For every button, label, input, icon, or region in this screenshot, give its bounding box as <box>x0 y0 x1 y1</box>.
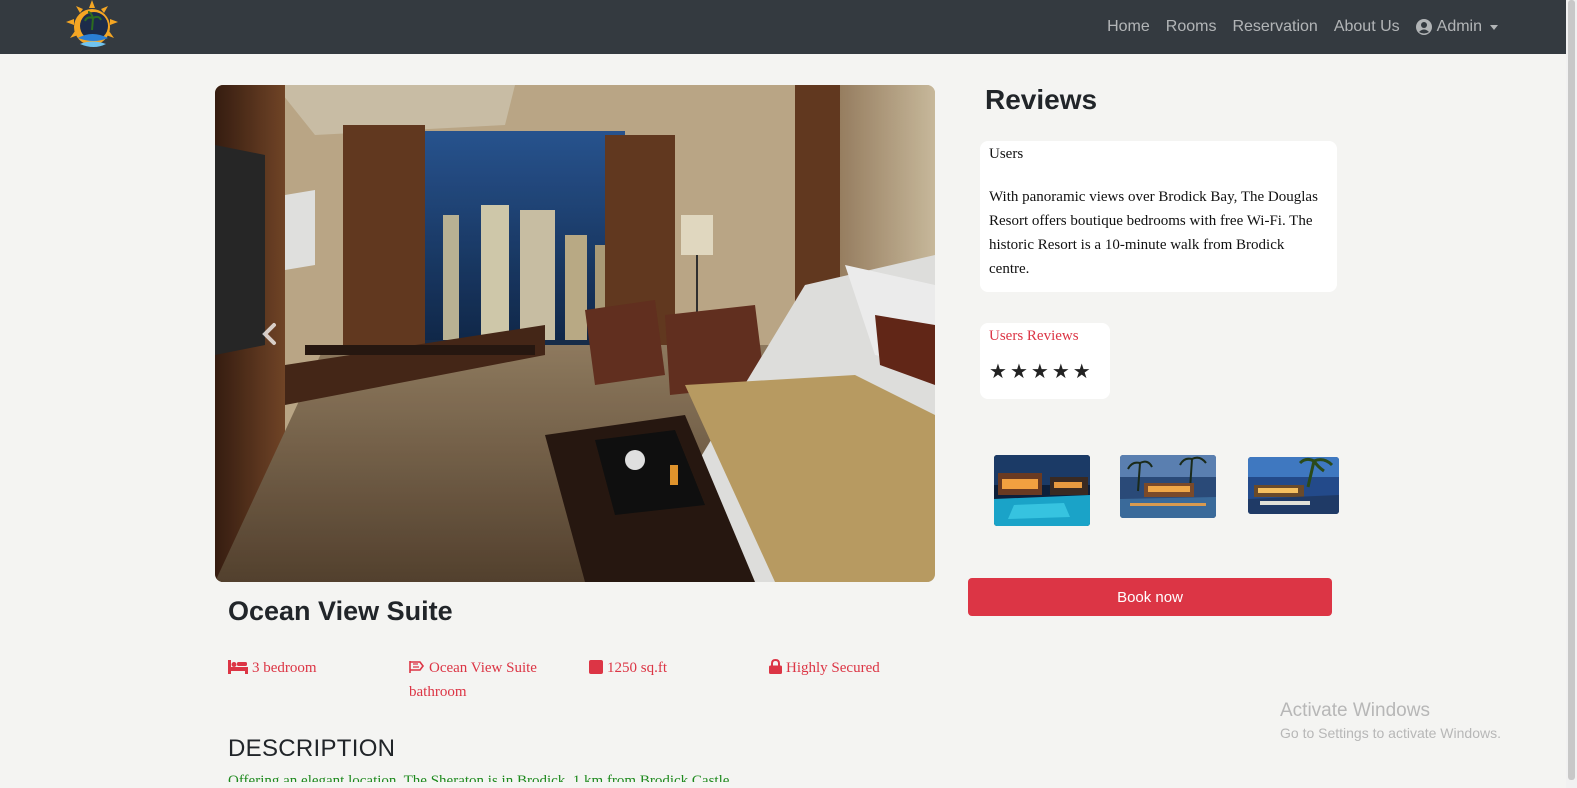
feature-bedroom: 3 bedroom <box>228 656 398 680</box>
star-icon: ★ <box>989 359 1007 383</box>
gallery-thumbnail-2[interactable] <box>1120 455 1216 518</box>
star-icon: ★ <box>1072 359 1091 383</box>
nav-rooms-link[interactable]: Rooms <box>1166 18 1217 36</box>
book-now-button[interactable]: Book now <box>968 578 1332 616</box>
star-rating: ★ ★ ★ ★ ★ <box>989 361 1101 381</box>
feature-area-text: 1250 sq.ft <box>607 660 667 676</box>
rating-title: Users Reviews <box>989 328 1079 344</box>
admin-label: Admin <box>1436 18 1482 35</box>
nav-links: Home Rooms Reservation About Us Admin <box>1107 0 1498 54</box>
gallery-thumbnail-3[interactable] <box>1248 457 1339 514</box>
watermark-subtitle: Go to Settings to activate Windows. <box>1280 725 1501 741</box>
lock-icon <box>769 659 782 674</box>
feature-area: 1250 sq.ft <box>589 656 759 680</box>
feature-bathroom: Ocean View Suite bathroom <box>409 656 569 704</box>
nav-reservation-link[interactable]: Reservation <box>1232 18 1317 36</box>
description-heading: DESCRIPTION <box>228 735 396 762</box>
logo[interactable] <box>64 0 120 54</box>
room-photo <box>215 85 935 582</box>
feature-bedroom-text: 3 bedroom <box>252 660 317 676</box>
reviews-heading: Reviews <box>985 84 1098 115</box>
admin-dropdown[interactable]: Admin <box>1415 18 1498 36</box>
rating-card: Users Reviews ★ ★ ★ ★ ★ <box>980 323 1110 399</box>
bath-icon <box>409 661 424 673</box>
watermark-title: Activate Windows <box>1280 700 1430 721</box>
feature-security: Highly Secured <box>769 656 939 680</box>
windows-activation-watermark: Activate Windows Go to Settings to activ… <box>1280 700 1501 744</box>
star-icon: ★ <box>1051 359 1070 383</box>
chevron-down-icon <box>1490 24 1498 30</box>
bed-icon <box>228 660 248 674</box>
carousel-prev-chevron-icon[interactable] <box>257 321 283 347</box>
review-user: Users <box>989 146 1024 162</box>
description-text: Offering an elegant location, The Sherat… <box>228 773 730 782</box>
room-image-carousel[interactable] <box>215 85 935 582</box>
feature-bathroom-text: Ocean View Suite bathroom <box>409 660 537 700</box>
review-text: With panoramic views over Brodick Bay, T… <box>989 189 1318 277</box>
feature-security-text: Highly Secured <box>786 660 880 676</box>
star-icon: ★ <box>1030 359 1049 383</box>
room-title: Ocean View Suite <box>228 596 453 626</box>
scrollbar-thumb[interactable] <box>1568 0 1575 780</box>
nav-home-link[interactable]: Home <box>1107 18 1150 36</box>
nav-about-link[interactable]: About Us <box>1334 18 1400 36</box>
review-card: Users With panoramic views over Brodick … <box>980 141 1337 292</box>
star-icon: ★ <box>1009 359 1028 383</box>
user-circle-icon <box>1415 19 1432 35</box>
square-icon <box>589 660 603 674</box>
gallery-thumbnail-1[interactable] <box>994 455 1090 526</box>
navbar: Home Rooms Reservation About Us Admin <box>0 0 1566 54</box>
